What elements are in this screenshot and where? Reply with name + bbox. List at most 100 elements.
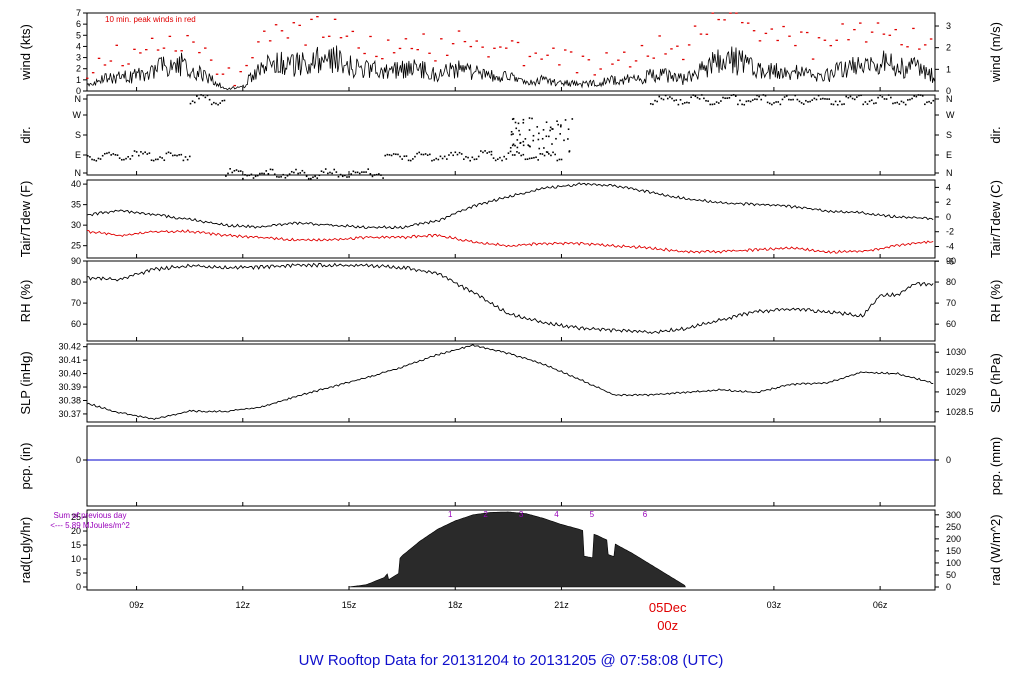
wind-peak-point xyxy=(853,28,856,31)
wind-peak-point xyxy=(918,48,921,50)
dir-point xyxy=(87,155,89,157)
dir-point xyxy=(108,151,110,154)
wind-peak-point xyxy=(528,55,532,58)
dir-point xyxy=(824,98,826,100)
wind-peak-point xyxy=(800,31,803,33)
wind-peak-point xyxy=(357,47,360,49)
dir-point xyxy=(142,152,144,155)
dir-point xyxy=(849,95,852,98)
dir-point xyxy=(339,173,342,176)
wind-peak-point xyxy=(540,58,543,60)
dir-point xyxy=(527,144,530,146)
dir-point xyxy=(322,171,325,174)
dir-point xyxy=(221,99,224,102)
dir-point xyxy=(542,129,545,131)
dir-point xyxy=(532,139,535,142)
wind-peak-point xyxy=(646,55,650,57)
dir-point xyxy=(726,97,729,99)
dir-point xyxy=(131,155,134,157)
slp-series-line xyxy=(86,344,934,421)
dir-point xyxy=(261,172,263,175)
wind-peak-point xyxy=(587,59,591,61)
dir-point xyxy=(97,157,100,160)
dir-point xyxy=(800,102,803,104)
dir-point xyxy=(875,102,877,104)
wind-peak-point xyxy=(198,51,201,54)
dir-point xyxy=(567,128,570,131)
dir-point xyxy=(711,103,714,106)
slp-ytick-label-left: 30.39 xyxy=(58,382,81,392)
pcp-ytick-label-right: 0 xyxy=(946,455,951,465)
time-tick-label: 15z xyxy=(342,600,357,610)
dir-point xyxy=(208,98,211,101)
dir-point xyxy=(91,158,93,161)
dir-point xyxy=(686,101,688,104)
dir-point xyxy=(424,153,427,155)
dir-point xyxy=(751,99,754,101)
wind-peak-point xyxy=(115,44,119,46)
dir-point xyxy=(227,172,229,175)
dir-point xyxy=(267,172,270,175)
dir-point xyxy=(773,102,775,104)
dir-point xyxy=(276,175,278,178)
dir-point xyxy=(358,172,361,175)
time-tick-label: 12z xyxy=(236,600,251,610)
dir-point xyxy=(675,99,678,101)
dir-point xyxy=(775,101,777,103)
dir-point xyxy=(324,168,327,170)
dir-point xyxy=(756,94,758,97)
dir-point xyxy=(510,131,513,133)
wind-peak-point xyxy=(758,40,762,42)
dir-point xyxy=(669,96,671,98)
dir-point xyxy=(522,140,525,143)
rad-ytick-label-left: 0 xyxy=(76,582,81,592)
dir-point xyxy=(223,99,226,102)
dir-point xyxy=(202,94,205,97)
slp-ytick-label-right: 1030 xyxy=(946,347,966,357)
dir-point xyxy=(288,173,291,175)
wind-peak-point xyxy=(174,50,178,52)
slp-ytick-label-right: 1028.5 xyxy=(946,407,974,417)
wind-peak-point xyxy=(876,22,880,24)
wind-peak-point xyxy=(522,64,526,67)
dir-point xyxy=(777,101,780,103)
dir-point xyxy=(159,156,161,158)
time-tick-label: 18z xyxy=(448,600,463,610)
wind-peak-point xyxy=(817,37,821,39)
wind-ytick-label-right: 2 xyxy=(946,43,951,53)
temp-ytick-label-left: 25 xyxy=(71,241,81,251)
time-tick-label: 09z xyxy=(129,600,144,610)
dir-point xyxy=(465,155,467,158)
dir-point xyxy=(743,103,746,106)
time-tick-label: 21z xyxy=(554,600,569,610)
dir-point xyxy=(703,97,705,100)
dir-point xyxy=(259,172,261,175)
wind-peak-point xyxy=(180,50,183,52)
temp-ytick-label-left: 35 xyxy=(71,200,81,210)
dir-point xyxy=(446,158,448,160)
dir-point xyxy=(802,103,805,105)
wind-peak-point xyxy=(788,35,791,37)
slp-ylabel-left: SLP (inHg) xyxy=(18,351,33,414)
dir-point xyxy=(477,155,480,158)
dir-point xyxy=(548,135,550,138)
wind-peak-point xyxy=(463,40,467,43)
dir-point xyxy=(509,147,512,149)
dir-point xyxy=(116,154,119,156)
dir-point xyxy=(673,99,675,102)
wind-peak-point xyxy=(381,58,384,60)
rad-sum-value: <--- 5.89 MJoules/m^2 xyxy=(50,521,130,530)
dir-point xyxy=(932,99,935,102)
wind-ytick-label-left: 5 xyxy=(76,30,81,40)
dir-point xyxy=(154,158,157,161)
dir-point xyxy=(822,97,824,100)
dir-point xyxy=(450,151,452,154)
wind-peak-point xyxy=(221,73,225,75)
dir-point xyxy=(254,175,257,178)
wind-peak-point xyxy=(245,64,248,67)
pcp-ylabel-left: pcp. (in) xyxy=(18,443,33,490)
rad-ytick-label-left: 5 xyxy=(76,568,81,578)
dir-point xyxy=(517,122,520,125)
dir-point xyxy=(862,103,865,106)
wind-peak-point xyxy=(723,19,726,21)
